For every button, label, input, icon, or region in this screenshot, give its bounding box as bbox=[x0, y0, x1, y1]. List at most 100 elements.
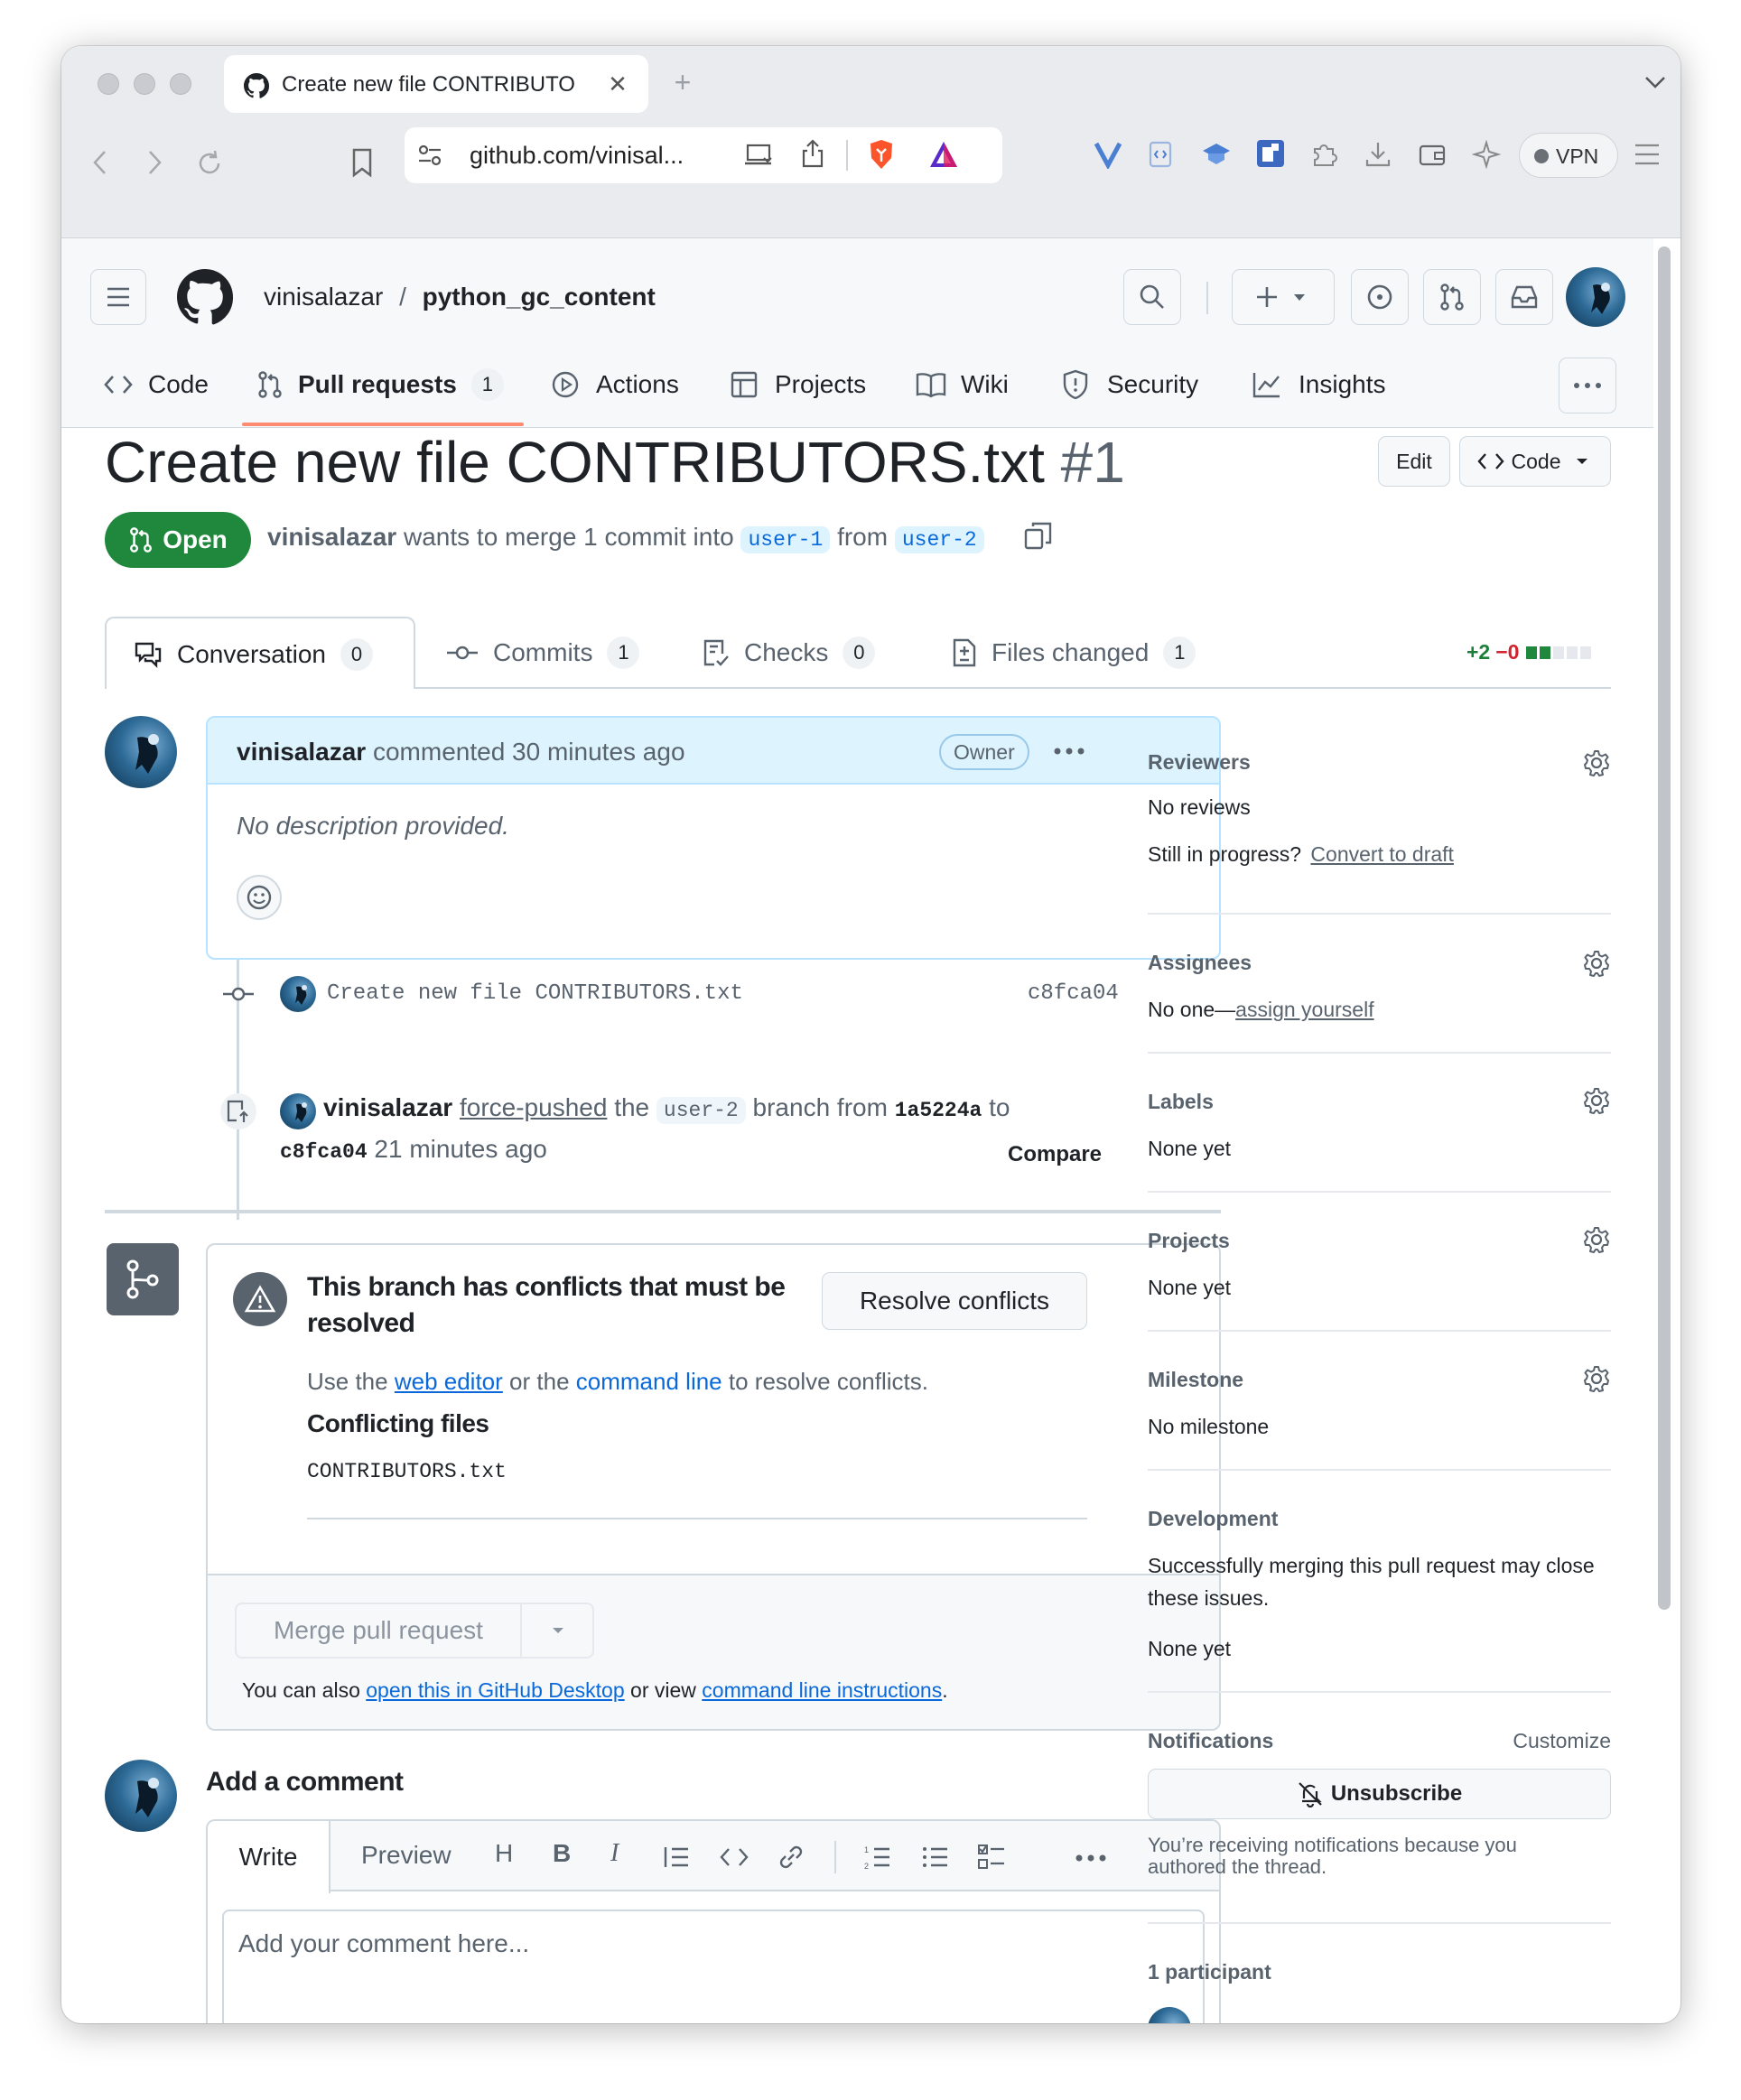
reviewers-heading[interactable]: Reviewers bbox=[1148, 750, 1251, 775]
repo-name-link[interactable]: python_gc_content bbox=[423, 283, 656, 311]
resolve-conflicts-button[interactable]: Resolve conflicts bbox=[822, 1272, 1087, 1330]
github-logo-icon[interactable] bbox=[177, 269, 233, 325]
site-settings-icon[interactable] bbox=[417, 144, 442, 167]
issues-button[interactable] bbox=[1351, 269, 1409, 325]
bookmark-icon[interactable] bbox=[350, 147, 374, 178]
extensions-puzzle-icon[interactable] bbox=[1309, 140, 1338, 169]
customize-link[interactable]: Customize bbox=[1513, 1729, 1611, 1753]
tab-code[interactable]: Code bbox=[103, 365, 209, 404]
commit-sha-link[interactable]: c8fca04 bbox=[1028, 981, 1119, 1006]
italic-tool-icon[interactable]: I bbox=[610, 1839, 619, 1868]
new-tab-icon[interactable]: + bbox=[666, 66, 699, 98]
force-push-actor-avatar[interactable] bbox=[280, 1093, 316, 1129]
force-pushed-link[interactable]: force-pushed bbox=[460, 1093, 607, 1121]
repo-nav-overflow-button[interactable] bbox=[1559, 358, 1616, 413]
address-bar[interactable]: github.com/vinisal... bbox=[405, 127, 1002, 183]
tab-security[interactable]: Security bbox=[1062, 365, 1198, 404]
editor-more-tools-icon[interactable] bbox=[1075, 1854, 1107, 1863]
wallet-icon[interactable] bbox=[1418, 140, 1447, 169]
merge-pull-request-button[interactable]: Merge pull request bbox=[237, 1604, 520, 1657]
convert-to-draft-link[interactable]: Convert to draft bbox=[1310, 842, 1454, 866]
page-scrollbar[interactable] bbox=[1658, 246, 1671, 1610]
comment-author-avatar[interactable] bbox=[105, 716, 177, 788]
tab-actions[interactable]: Actions bbox=[551, 365, 679, 404]
code-tool-icon[interactable] bbox=[719, 1846, 749, 1868]
tab-insights[interactable]: Insights bbox=[1252, 365, 1386, 404]
merge-method-dropdown-icon[interactable] bbox=[547, 1624, 569, 1637]
labels-gear-icon[interactable] bbox=[1582, 1086, 1611, 1115]
github-desktop-link[interactable]: open this in GitHub Desktop bbox=[366, 1678, 624, 1702]
projects-gear-icon[interactable] bbox=[1582, 1225, 1611, 1254]
back-icon[interactable] bbox=[88, 148, 112, 177]
extension-screenshot-icon[interactable] bbox=[1255, 138, 1286, 169]
force-push-to-sha[interactable]: c8fca04 bbox=[280, 1140, 368, 1164]
tab-pull-requests[interactable]: Pull requests 1 bbox=[256, 365, 504, 404]
add-reaction-button[interactable] bbox=[237, 875, 282, 920]
base-branch-pill[interactable]: user-1 bbox=[740, 526, 831, 553]
global-nav-menu-button[interactable] bbox=[90, 269, 146, 325]
heading-tool-icon[interactable]: H bbox=[495, 1839, 513, 1868]
minimize-window-button[interactable] bbox=[134, 73, 155, 95]
extension-cap-icon[interactable] bbox=[1201, 140, 1232, 167]
projects-heading[interactable]: Projects bbox=[1148, 1229, 1230, 1253]
pr-author-link[interactable]: vinisalazar bbox=[267, 523, 396, 551]
leo-ai-icon[interactable] bbox=[1472, 140, 1501, 169]
tab-wiki[interactable]: Wiki bbox=[916, 365, 1009, 404]
repo-owner-link[interactable]: vinisalazar bbox=[264, 283, 383, 311]
write-tab[interactable]: Write bbox=[208, 1821, 331, 1893]
labels-heading[interactable]: Labels bbox=[1148, 1090, 1214, 1114]
close-tab-icon[interactable]: ✕ bbox=[603, 70, 632, 98]
forward-icon[interactable] bbox=[143, 148, 166, 177]
extension-code-icon[interactable] bbox=[1147, 140, 1176, 169]
preview-tab[interactable]: Preview bbox=[361, 1841, 452, 1870]
comment-meta[interactable]: commented 30 minutes ago bbox=[373, 738, 685, 766]
force-push-branch-pill[interactable]: user-2 bbox=[656, 1097, 746, 1124]
search-button[interactable] bbox=[1123, 269, 1181, 325]
command-line-instructions-link[interactable]: command line instructions bbox=[702, 1678, 942, 1702]
tab-projects[interactable]: Projects bbox=[730, 365, 866, 404]
unordered-list-tool-icon[interactable] bbox=[921, 1843, 950, 1872]
unsubscribe-button[interactable]: Unsubscribe bbox=[1148, 1769, 1611, 1819]
force-push-from-sha[interactable]: 1a5224a bbox=[895, 1099, 982, 1122]
command-line-link[interactable]: command line bbox=[576, 1368, 722, 1395]
edit-title-button[interactable]: Edit bbox=[1378, 436, 1450, 487]
web-editor-link[interactable]: web editor bbox=[395, 1368, 503, 1395]
comment-author-link[interactable]: vinisalazar bbox=[237, 738, 366, 766]
milestone-heading[interactable]: Milestone bbox=[1148, 1368, 1243, 1392]
code-dropdown-button[interactable]: Code bbox=[1459, 436, 1611, 487]
zoom-window-button[interactable] bbox=[170, 73, 191, 95]
reviewers-gear-icon[interactable] bbox=[1582, 748, 1611, 777]
commit-author-avatar[interactable] bbox=[280, 976, 316, 1012]
create-new-button[interactable] bbox=[1232, 269, 1335, 325]
head-branch-pill[interactable]: user-2 bbox=[894, 526, 984, 553]
bold-tool-icon[interactable]: B bbox=[553, 1839, 571, 1868]
reload-icon[interactable] bbox=[195, 149, 224, 178]
user-avatar[interactable] bbox=[1566, 267, 1625, 327]
numbered-list-tool-icon[interactable]: 12 bbox=[863, 1843, 892, 1872]
close-window-button[interactable] bbox=[98, 73, 119, 95]
commit-message-link[interactable]: Create new file CONTRIBUTORS.txt bbox=[327, 981, 743, 1006]
tab-list-chevron-icon[interactable] bbox=[1643, 73, 1667, 91]
force-push-time[interactable]: 21 minutes ago bbox=[374, 1135, 546, 1163]
browser-menu-icon[interactable] bbox=[1633, 142, 1662, 167]
share-icon[interactable] bbox=[800, 138, 825, 169]
milestone-gear-icon[interactable] bbox=[1582, 1364, 1611, 1393]
brave-rewards-icon[interactable] bbox=[928, 140, 959, 169]
quote-tool-icon[interactable] bbox=[663, 1844, 690, 1870]
task-list-tool-icon[interactable] bbox=[977, 1843, 1006, 1872]
compare-link[interactable]: Compare bbox=[1008, 1142, 1102, 1167]
copy-icon[interactable] bbox=[1024, 521, 1053, 552]
tab-files-changed[interactable]: Files changed 1 bbox=[952, 637, 1196, 669]
assign-yourself-link[interactable]: assign yourself bbox=[1235, 998, 1373, 1021]
comment-options-icon[interactable] bbox=[1053, 747, 1085, 756]
vpn-button[interactable]: VPN bbox=[1519, 133, 1618, 178]
tab-checks[interactable]: Checks 0 bbox=[703, 637, 876, 669]
extension-v-icon[interactable] bbox=[1093, 138, 1123, 169]
pull-requests-button[interactable] bbox=[1423, 269, 1481, 325]
inbox-button[interactable] bbox=[1495, 269, 1553, 325]
assignees-gear-icon[interactable] bbox=[1582, 949, 1611, 978]
force-push-actor-link[interactable]: vinisalazar bbox=[323, 1093, 452, 1121]
browser-tab[interactable]: Create new file CONTRIBUTO ✕ bbox=[224, 55, 648, 113]
downloads-icon[interactable] bbox=[1364, 140, 1392, 169]
link-tool-icon[interactable] bbox=[777, 1843, 805, 1872]
